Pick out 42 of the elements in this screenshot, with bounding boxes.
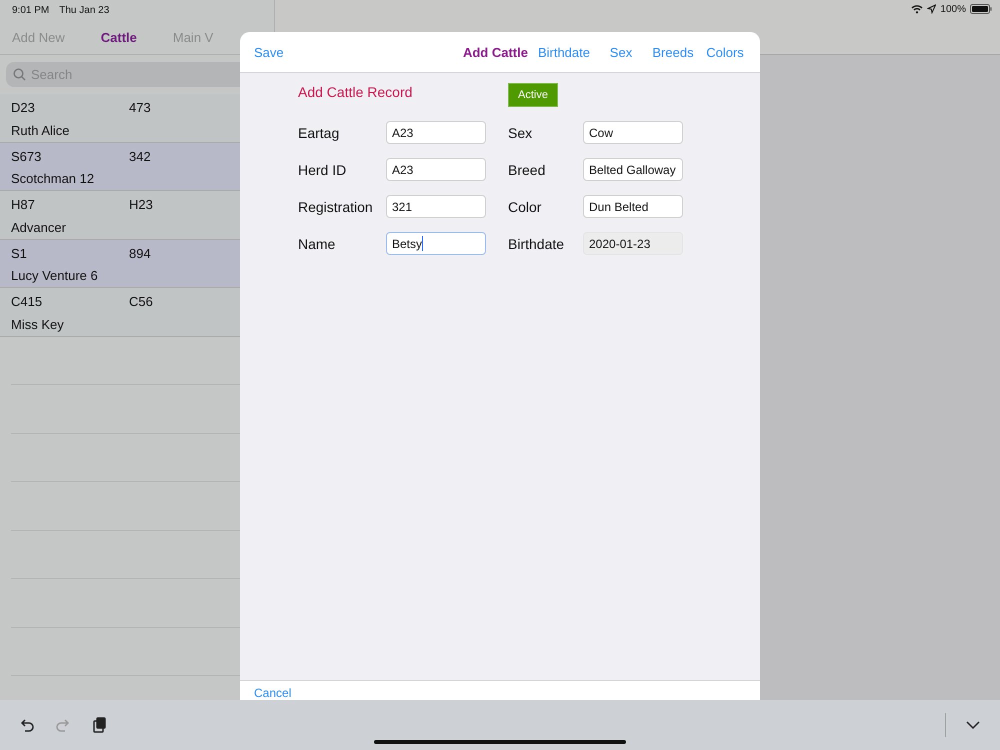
- cattle-name: Miss Key: [11, 316, 65, 334]
- field-label: Sex: [508, 124, 534, 140]
- herd-id-text: 894: [129, 246, 152, 262]
- input-field[interactable]: Belted Galloway: [583, 158, 683, 181]
- herd-id-text: 473: [129, 100, 152, 117]
- input-field[interactable]: Cow: [583, 121, 683, 144]
- eartag-text: S1: [11, 246, 28, 262]
- herd-id-text: H23: [129, 197, 154, 214]
- nav-link[interactable]: Add Cattle: [462, 44, 528, 60]
- input-field[interactable]: Dun Belted: [583, 195, 683, 218]
- status-date: Thu Jan 23: [59, 4, 110, 16]
- field-label: Name: [298, 236, 336, 252]
- status-time: 9:01 PM: [12, 4, 50, 16]
- cattle-name: Advancer: [11, 220, 67, 237]
- location-icon: [927, 4, 936, 14]
- battery-icon: [970, 4, 992, 14]
- herd-id-text: C56: [129, 294, 154, 311]
- field-label: Herd ID: [298, 162, 348, 178]
- input-field[interactable]: A23: [386, 158, 486, 181]
- eartag-text: S673: [11, 148, 42, 166]
- nav-tab[interactable]: Cattle: [100, 30, 137, 44]
- cattle-name: Scotchman 12: [11, 171, 96, 188]
- input-field[interactable]: Betsy: [386, 232, 486, 255]
- field-label: Registration: [298, 198, 374, 214]
- cattle-name: Lucy Venture 6: [11, 268, 99, 286]
- input-field[interactable]: 321: [386, 195, 486, 218]
- eartag-text: D23: [11, 100, 36, 117]
- eartag-text: H87: [11, 197, 36, 214]
- battery-percent: 100%: [940, 4, 966, 15]
- field-label: Color: [508, 198, 542, 214]
- eartag-text: C415: [11, 294, 44, 311]
- field-label: Birthdate: [508, 236, 566, 252]
- input-field[interactable]: A23: [386, 121, 486, 144]
- form-title: Add Cattle Record: [298, 84, 414, 100]
- wifi-icon: [911, 4, 924, 14]
- search-icon: [13, 68, 26, 81]
- field-label: Eartag: [298, 124, 340, 140]
- herd-id-text: 342: [129, 148, 152, 166]
- status-badge: Active: [508, 83, 558, 107]
- cattle-name: Ruth Alice: [11, 122, 71, 140]
- input-field[interactable]: 2020-01-23: [583, 232, 683, 255]
- field-label: Breed: [508, 162, 546, 178]
